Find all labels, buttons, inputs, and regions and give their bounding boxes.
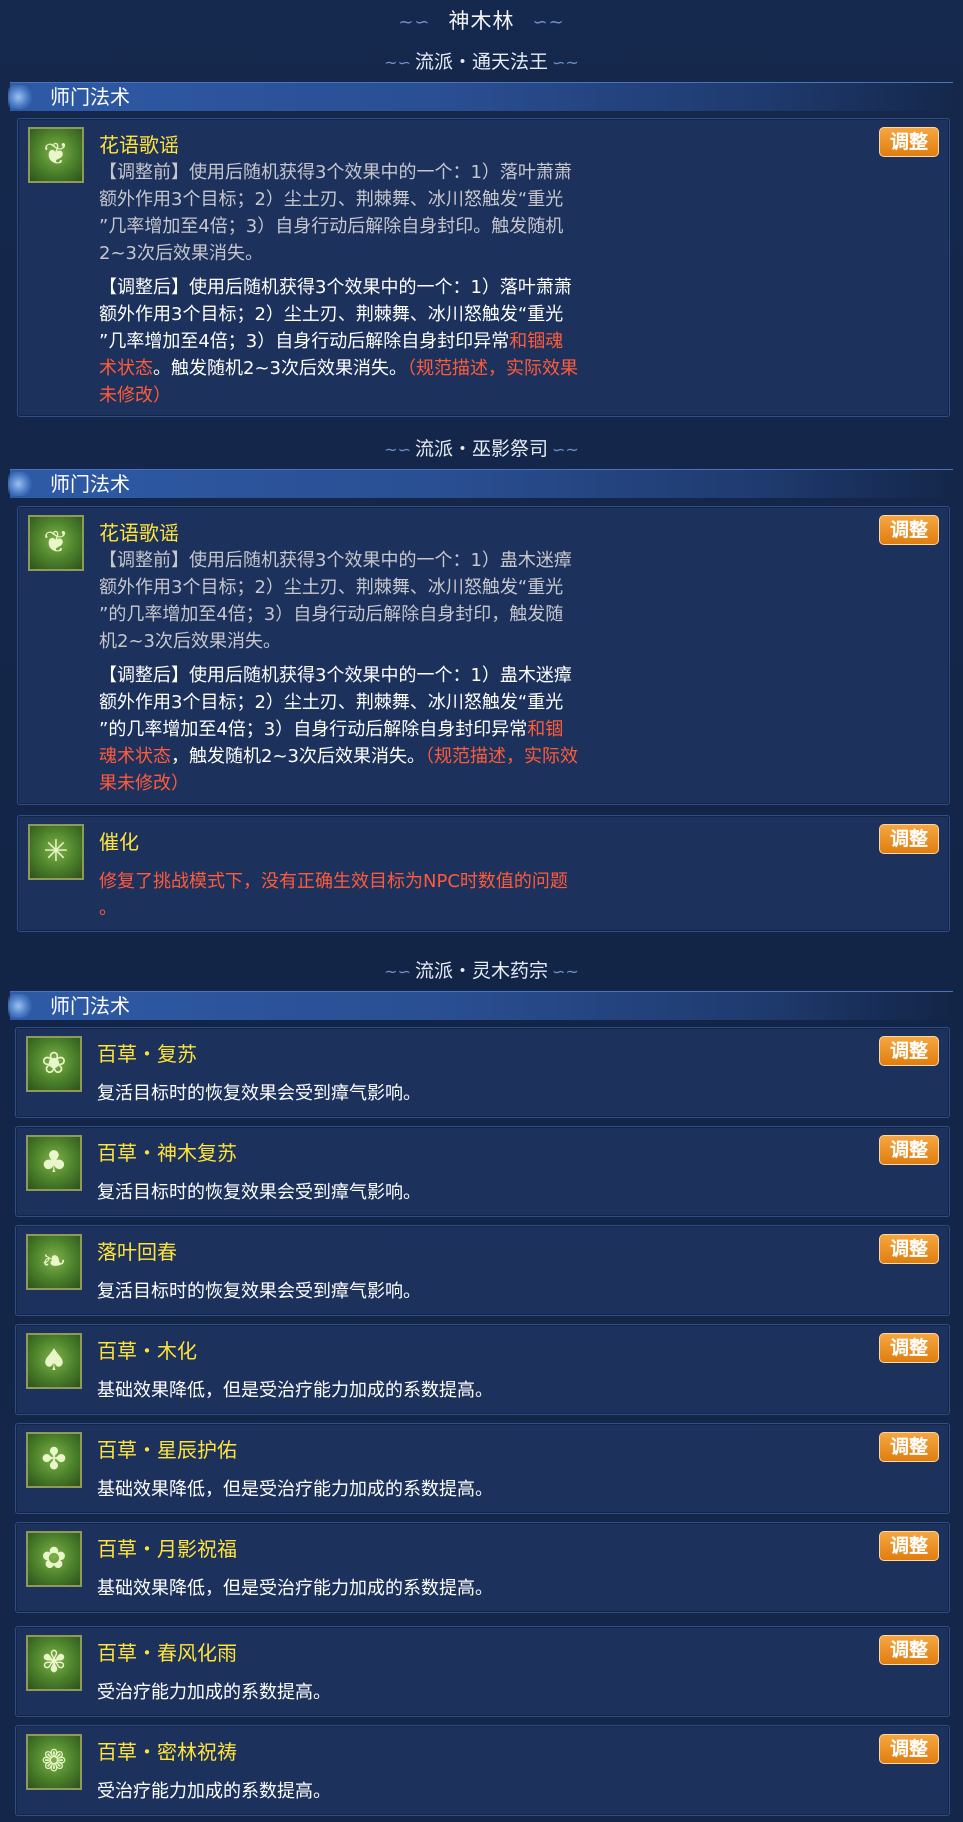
skill-desc: 基础效果降低，但是受治疗能力加成的系数提高。 (97, 1479, 493, 1500)
adjust-badge: 调整 (879, 1635, 939, 1665)
category-icon (8, 994, 34, 1018)
adjust-badge: 调整 (879, 1234, 939, 1264)
before-text: 【调整前】使用后随机获得3个效果中的一个：1）蛊木迷瘴 额外作用3个目标；2）尘… (99, 550, 572, 652)
swirl-right-icon: ∽~ (552, 53, 579, 72)
skill-desc: 复活目标时的恢复效果会受到瘴气影响。 (97, 1281, 421, 1302)
skill-name: 花语歌谣 (99, 521, 179, 545)
adjust-badge: 调整 (879, 1432, 939, 1462)
swirl-left-icon: ~∽ (384, 53, 411, 72)
leaf-drop-icon: ❧ (26, 1234, 82, 1290)
after-text: 【调整后】使用后随机获得3个效果中的一个：1）落叶萧萧 额外作用3个目标；2）尘… (99, 277, 578, 406)
school-heading: ~∽ 流派・灵木药宗 ∽~ (384, 960, 579, 982)
fix-text: 修复了挑战模式下，没有正确生效目标为NPC时数值的问题 。 (99, 871, 568, 919)
category-header: 师门法术 (8, 991, 953, 1020)
after-text: 【调整后】使用后随机获得3个效果中的一个：1）蛊木迷瘴 额外作用3个目标；2）尘… (99, 665, 578, 794)
skill-card: ♠ 百草・木化 调整 基础效果降低，但是受治疗能力加成的系数提高。 (15, 1324, 950, 1415)
skill-card: ✳ 催化 调整 修复了挑战模式下，没有正确生效目标为NPC时数值的问题 。 (17, 815, 950, 932)
before-text: 【调整前】使用后随机获得3个效果中的一个：1）落叶萧萧 额外作用3个目标；2）尘… (99, 162, 572, 264)
skill-name: 百草・星辰护佑 (97, 1438, 237, 1462)
skill-card: ❦ 花语歌谣 调整 【调整前】使用后随机获得3个效果中的一个：1）蛊木迷瘴 额外… (17, 506, 950, 805)
school-heading: ~∽ 流派・通天法王 ∽~ (384, 51, 579, 73)
skill-name: 百草・春风化雨 (97, 1641, 237, 1665)
swirl-left-icon: ~∽ (384, 962, 411, 981)
swirl-right-icon: ∽~ (552, 440, 579, 459)
skill-desc: 基础效果降低，但是受治疗能力加成的系数提高。 (97, 1380, 493, 1401)
skill-name: 百草・月影祝福 (97, 1537, 237, 1561)
skill-name: 百草・木化 (97, 1339, 197, 1363)
leaf-swirl-icon: ❦ (28, 515, 84, 571)
adjust-badge: 调整 (879, 1333, 939, 1363)
swirl-left-icon: ~∽ (398, 12, 431, 33)
skill-name: 落叶回春 (97, 1240, 177, 1264)
skill-card: ✾ 百草・春风化雨 调整 受治疗能力加成的系数提高。 (15, 1626, 950, 1717)
leaf-swirl-icon: ❦ (28, 127, 84, 183)
swirl-right-icon: ∽~ (532, 12, 565, 33)
category-icon (8, 85, 34, 109)
page-title: ~∽ 神木林 ∽~ (398, 9, 565, 33)
flower-icon: ✾ (26, 1635, 82, 1691)
sprout-icon: ❀ (26, 1036, 82, 1092)
category-header: 师门法术 (8, 469, 953, 498)
skill-desc: 复活目标时的恢复效果会受到瘴气影响。 (97, 1083, 421, 1104)
tree-circle-icon: ♠ (26, 1333, 82, 1389)
school-heading: ~∽ 流派・巫影祭司 ∽~ (384, 438, 579, 460)
swirl-right-icon: ∽~ (552, 962, 579, 981)
skill-name: 百草・密林祝祷 (97, 1740, 237, 1764)
skill-desc: 基础效果降低，但是受治疗能力加成的系数提高。 (97, 1578, 493, 1599)
skill-card: ✤ 百草・星辰护佑 调整 基础效果降低，但是受治疗能力加成的系数提高。 (15, 1423, 950, 1514)
category-icon (8, 472, 34, 496)
skill-card: ✿ 百草・月影祝福 调整 基础效果降低，但是受治疗能力加成的系数提高。 (15, 1522, 950, 1613)
adjust-badge: 调整 (879, 1036, 939, 1066)
adjust-badge: 调整 (879, 127, 939, 157)
skill-name: 催化 (99, 830, 139, 854)
skill-desc: 受治疗能力加成的系数提高。 (97, 1781, 331, 1802)
skill-name: 花语歌谣 (99, 133, 179, 157)
skill-card: ❧ 落叶回春 调整 复活目标时的恢复效果会受到瘴气影响。 (15, 1225, 950, 1316)
vine-icon: ❁ (26, 1734, 82, 1790)
tree-icon: ♣ (26, 1135, 82, 1191)
adjust-badge: 调整 (879, 1734, 939, 1764)
adjust-badge: 调整 (879, 1135, 939, 1165)
adjust-badge: 调整 (879, 824, 939, 854)
clover-icon: ✿ (26, 1531, 82, 1587)
adjust-badge: 调整 (879, 1531, 939, 1561)
skill-name: 百草・神木复苏 (97, 1141, 237, 1165)
skill-card: ❀ 百草・复苏 调整 复活目标时的恢复效果会受到瘴气影响。 (15, 1027, 950, 1118)
skill-desc: 受治疗能力加成的系数提高。 (97, 1682, 331, 1703)
skill-card: ♣ 百草・神木复苏 调整 复活目标时的恢复效果会受到瘴气影响。 (15, 1126, 950, 1217)
crossed-star-icon: ✳ (28, 824, 84, 880)
skill-desc: 复活目标时的恢复效果会受到瘴气影响。 (97, 1182, 421, 1203)
skill-card: ❦ 花语歌谣 调整 【调整前】使用后随机获得3个效果中的一个：1）落叶萧萧 额外… (17, 118, 950, 417)
trefoil-icon: ✤ (26, 1432, 82, 1488)
adjust-badge: 调整 (879, 515, 939, 545)
skill-card: ❁ 百草・密林祝祷 调整 受治疗能力加成的系数提高。 (15, 1725, 950, 1816)
swirl-left-icon: ~∽ (384, 440, 411, 459)
category-header: 师门法术 (8, 82, 953, 111)
skill-name: 百草・复苏 (97, 1042, 197, 1066)
